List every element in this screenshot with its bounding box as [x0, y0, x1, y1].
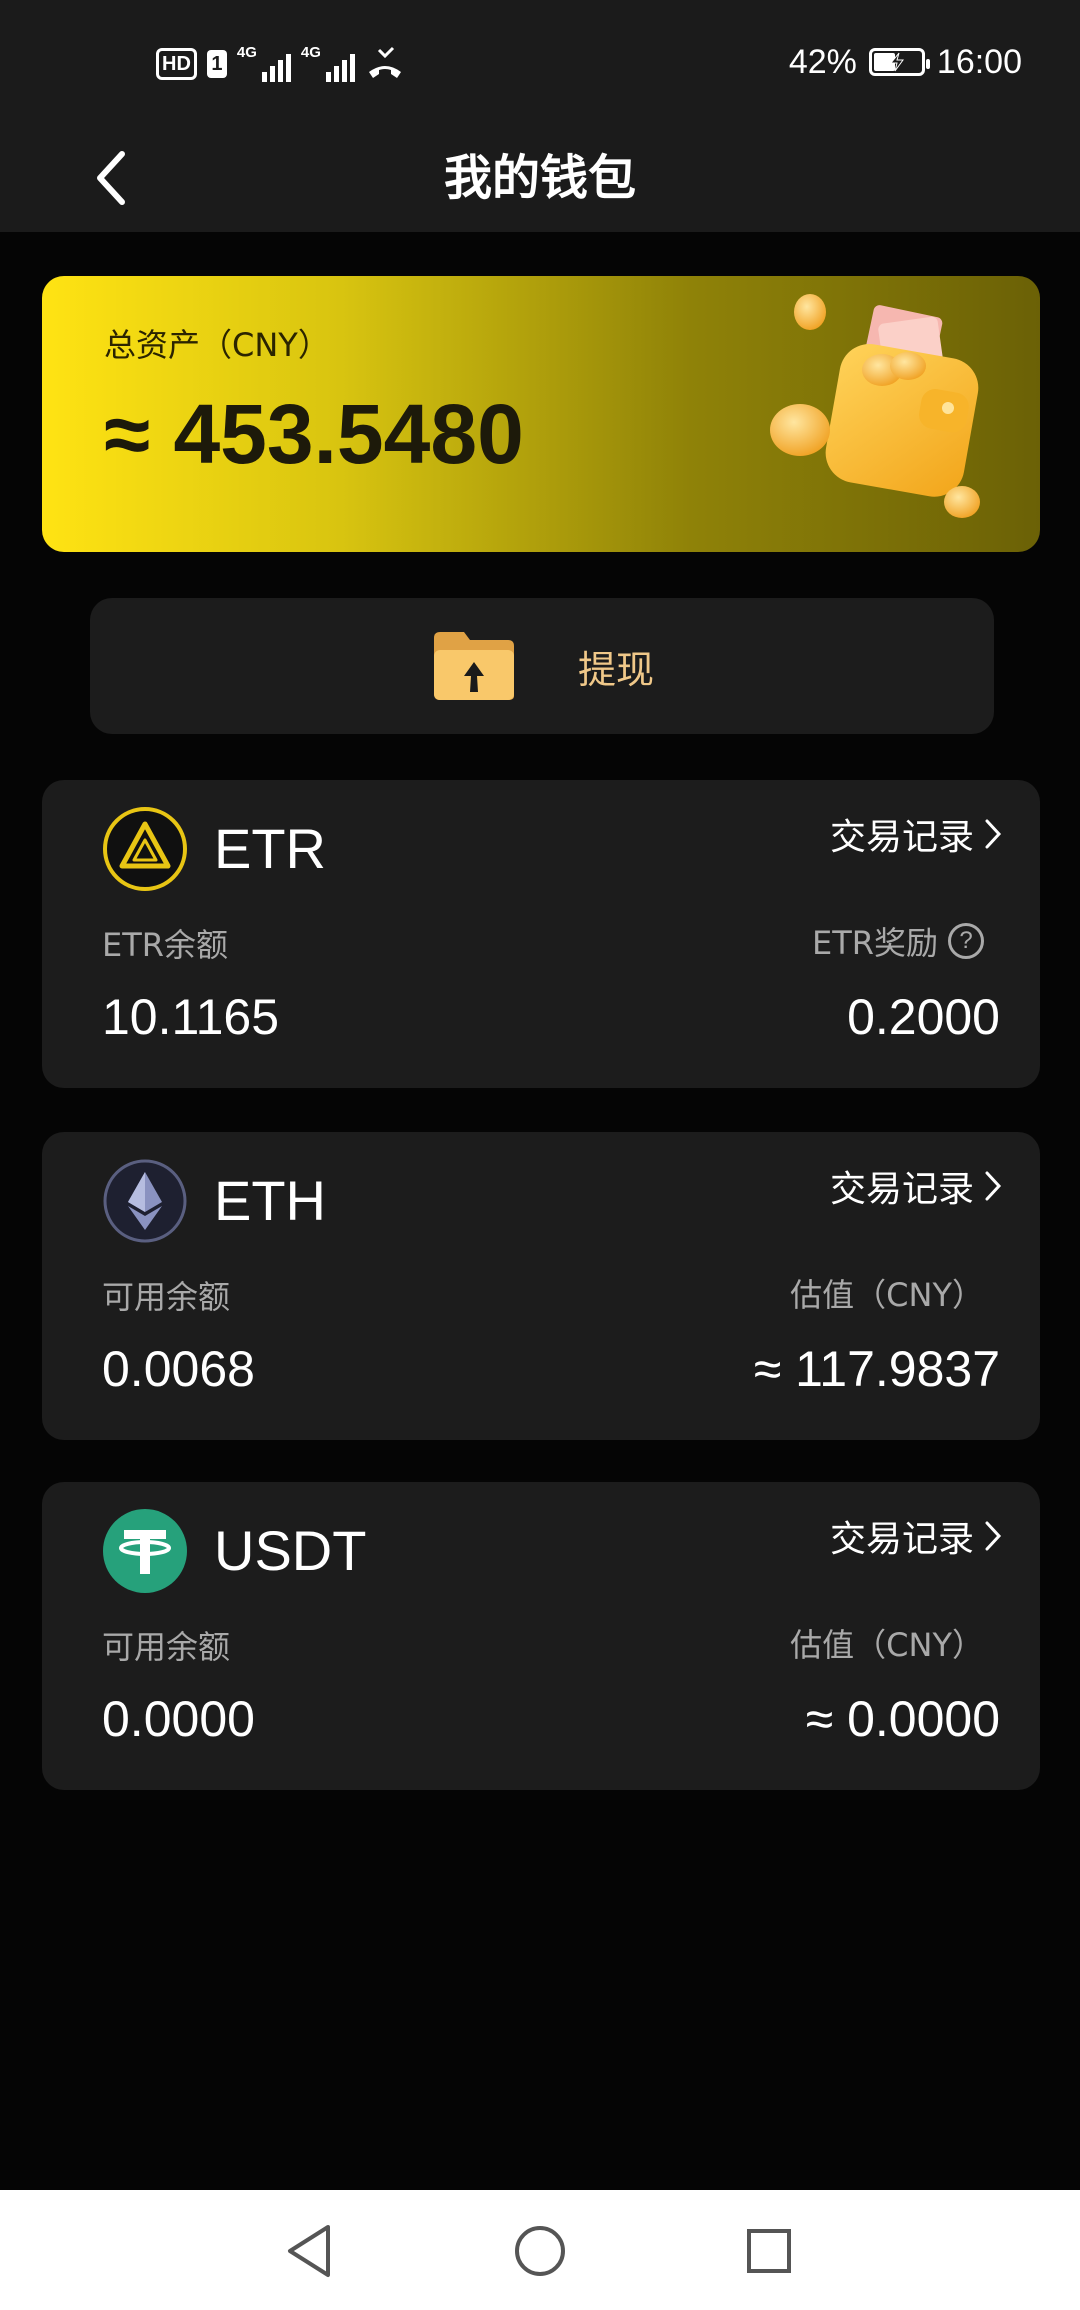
wallet-coins-illustration	[770, 294, 980, 518]
circle-home-icon	[515, 2226, 565, 2276]
etr-balance-label: ETR余额	[102, 926, 229, 964]
status-bar: HD 1 4G 4G 42% 16:00	[0, 0, 1080, 124]
battery-icon	[868, 48, 930, 76]
withdraw-label: 提现	[577, 647, 654, 692]
transaction-history-link[interactable]: 交易记录	[830, 808, 1002, 860]
nav-home-button[interactable]	[505, 2216, 575, 2286]
coin-name: USDT	[214, 1519, 367, 1582]
eth-logo-icon	[103, 1159, 187, 1243]
available-balance-value: 0.0000	[102, 1691, 255, 1747]
chevron-right-icon	[985, 819, 1002, 849]
hd-icon: HD	[156, 48, 197, 80]
signal-icon: 4G	[236, 44, 291, 82]
coin-card-usdt: USDT 交易记录 可用余额 估值（CNY） 0.0000 ≈ 0.0000	[42, 1482, 1040, 1790]
coin-card-etr: ETR 交易记录 ETR余额 ETR奖励 ? 10.1165 0.2000	[42, 780, 1040, 1088]
etr-balance-value: 10.1165	[102, 989, 280, 1045]
sim-icon: 1	[206, 50, 227, 78]
valuation-label: 估值（CNY）	[790, 1270, 984, 1316]
transaction-history-link[interactable]: 交易记录	[830, 1160, 1002, 1212]
coin-name: ETR	[214, 817, 326, 880]
available-balance-value: 0.0068	[102, 1341, 255, 1397]
total-assets-card: 总资产（CNY） ≈ 453.5480	[42, 276, 1040, 552]
chevron-right-icon	[985, 1521, 1002, 1551]
battery-percent: 42%	[788, 42, 857, 81]
app-header: 我的钱包	[0, 124, 1080, 232]
valuation-label-text: 估值（CNY）	[790, 1276, 984, 1314]
withdraw-button[interactable]: 提现	[90, 598, 994, 734]
valuation-value: ≈ 0.0000	[805, 1691, 1000, 1747]
nav-back-button[interactable]	[274, 2216, 344, 2286]
page-title: 我的钱包	[443, 150, 636, 206]
triangle-back-icon	[288, 2225, 330, 2277]
folder-upload-icon	[433, 632, 514, 700]
square-recents-icon	[747, 2229, 791, 2273]
signal-icon-2: 4G	[300, 44, 355, 82]
valuation-label: 估值（CNY）	[790, 1620, 984, 1666]
status-left-icons: HD 1 4G 4G	[156, 44, 405, 84]
coin-name: ETH	[214, 1169, 326, 1232]
transaction-history-link[interactable]: 交易记录	[830, 1510, 1002, 1562]
system-nav-bar	[0, 2190, 1080, 2310]
etr-reward-label-group: ETR奖励 ?	[812, 918, 984, 964]
network-type-label-2: 4G	[300, 44, 321, 61]
etr-reward-label: ETR奖励	[811, 924, 938, 962]
valuation-label-text: 估值（CNY）	[790, 1626, 984, 1664]
coin-card-eth: ETH 交易记录 可用余额 估值（CNY） 0.0068 ≈ 117.9837	[42, 1132, 1040, 1440]
nav-recents-button[interactable]	[734, 2216, 804, 2286]
clock: 16:00	[936, 42, 1022, 81]
available-balance-label: 可用余额	[102, 1278, 231, 1316]
help-icon[interactable]: ?	[948, 923, 984, 959]
total-assets-label: 总资产（CNY）	[104, 326, 330, 364]
status-right: 42% 16:00	[789, 40, 1022, 84]
available-balance-label: 可用余额	[102, 1628, 231, 1666]
total-assets-value: ≈ 453.5480	[104, 387, 524, 481]
etr-reward-value: 0.2000	[847, 989, 1000, 1045]
chevron-right-icon	[985, 1171, 1002, 1201]
etr-logo-icon	[103, 807, 187, 891]
usdt-logo-icon	[103, 1509, 187, 1593]
call-missed-icon	[368, 46, 401, 78]
transaction-history-label: 交易记录	[829, 1169, 974, 1210]
transaction-history-label: 交易记录	[829, 1519, 974, 1560]
valuation-value: ≈ 117.9837	[753, 1341, 1000, 1397]
network-type-label: 4G	[236, 44, 257, 61]
transaction-history-label: 交易记录	[829, 817, 974, 858]
